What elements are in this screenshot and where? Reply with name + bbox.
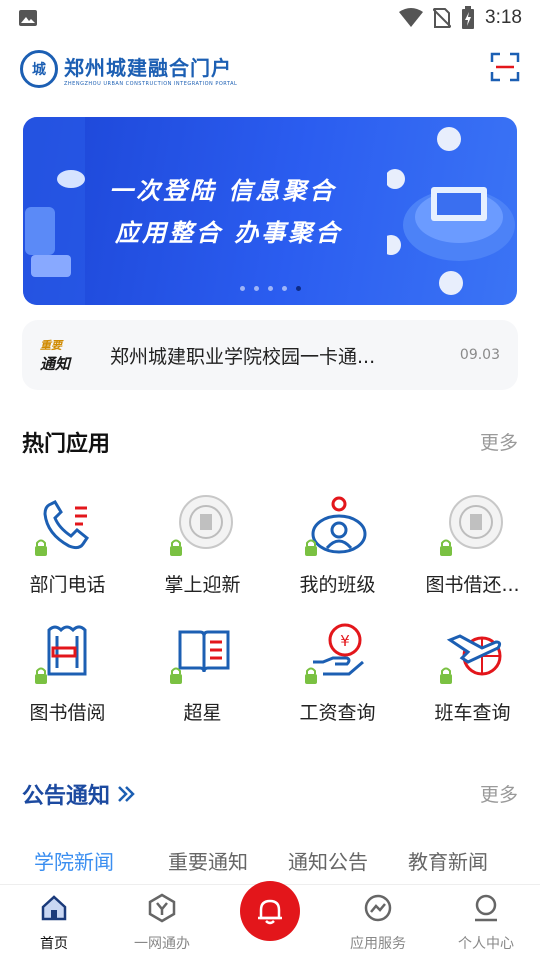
app-book-return[interactable]: 图书借还... — [405, 490, 540, 597]
notice-badge: 重要 通知 — [40, 338, 71, 373]
svg-text:¥: ¥ — [340, 632, 350, 650]
announcements-title: 公告通知 — [22, 778, 136, 810]
pagination-dot-active[interactable] — [295, 286, 301, 291]
nav-one-stop[interactable]: 一网通办 — [108, 893, 216, 953]
pagination-dot[interactable] — [281, 286, 287, 291]
app-online-welcome[interactable]: 掌上迎新 — [135, 490, 270, 597]
trend-circle-icon — [364, 894, 392, 922]
pagination-dot[interactable] — [239, 286, 245, 291]
banner-pagination — [23, 286, 517, 291]
pagination-dot[interactable] — [267, 286, 273, 291]
important-notice[interactable]: 重要 通知 郑州城建职业学院校园一卡通... 09.03 — [22, 320, 518, 390]
banner-headline-1: 一次登陆 信息聚合 — [109, 177, 337, 205]
hexagon-y-icon — [148, 893, 176, 923]
battery-icon — [462, 6, 475, 29]
promo-banner[interactable]: 一次登陆 信息聚合 应用整合 办事聚合 — [23, 117, 517, 305]
banner-headline-2: 应用整合 办事聚合 — [115, 219, 343, 247]
nav-home[interactable]: 首页 — [0, 893, 108, 953]
tab-important-notice[interactable]: 重要通知 — [168, 846, 248, 875]
app-header: 城 郑州城建融合门户 ZHENGZHOU URBAN CONSTRUCTION … — [0, 36, 540, 102]
bottom-navigation: 首页 一网通办 应用服务 个人中心 — [0, 881, 540, 960]
home-icon — [41, 895, 67, 921]
tab-notice-bulletin[interactable]: 通知公告 — [288, 846, 368, 875]
lock-icon — [304, 667, 317, 684]
portal-title: 郑州城建融合门户 — [64, 55, 232, 80]
tab-college-news[interactable]: 学院新闻 — [34, 846, 114, 875]
app-chaoxing[interactable]: 超星 — [135, 618, 270, 725]
app-salary-query[interactable]: ¥ 工资查询 — [270, 618, 405, 725]
scan-icon[interactable] — [490, 52, 520, 82]
announcements-more-link[interactable]: 更多 — [480, 780, 518, 807]
clock: 3:18 — [485, 7, 522, 28]
nav-app-services[interactable]: 应用服务 — [324, 893, 432, 953]
lock-icon — [439, 539, 452, 556]
banner-decoration-left — [23, 117, 85, 305]
hot-apps-more-link[interactable]: 更多 — [480, 428, 518, 455]
hot-apps-title: 热门应用 — [22, 432, 111, 457]
lock-icon — [34, 667, 47, 684]
notice-text: 郑州城建职业学院校园一卡通... — [110, 345, 376, 368]
portal-subtitle: ZHENGZHOU URBAN CONSTRUCTION INTEGRATION… — [64, 80, 238, 87]
lock-icon — [304, 539, 317, 556]
lock-icon — [439, 667, 452, 684]
nav-personal-center[interactable]: 个人中心 — [432, 893, 540, 953]
app-department-phone[interactable]: 部门电话 — [0, 490, 135, 597]
double-chevron-right-icon — [118, 786, 135, 802]
no-sim-icon — [433, 8, 452, 28]
school-emblem-icon: 城 — [20, 50, 58, 88]
pagination-dot[interactable] — [253, 286, 259, 291]
notice-date: 09.03 — [459, 347, 500, 363]
app-shuttle-bus[interactable]: 班车查询 — [405, 618, 540, 725]
image-notification-icon — [19, 10, 37, 26]
bell-icon — [258, 899, 282, 925]
app-my-class[interactable]: 我的班级 — [270, 490, 405, 597]
lock-icon — [34, 539, 47, 556]
status-bar: 3:18 — [0, 0, 540, 36]
wifi-icon — [399, 8, 424, 27]
tab-education-news[interactable]: 教育新闻 — [408, 846, 488, 875]
portal-logo: 城 郑州城建融合门户 ZHENGZHOU URBAN CONSTRUCTION … — [20, 50, 237, 88]
lock-icon — [169, 667, 182, 684]
announcement-tabs: 学院新闻 重要通知 通知公告 教育新闻 — [0, 846, 540, 886]
app-book-borrow[interactable]: 图书借阅 — [0, 618, 135, 725]
notification-bell-button[interactable] — [240, 881, 300, 941]
banner-illustration — [387, 127, 515, 295]
lock-icon — [169, 539, 182, 556]
user-icon — [475, 894, 497, 922]
